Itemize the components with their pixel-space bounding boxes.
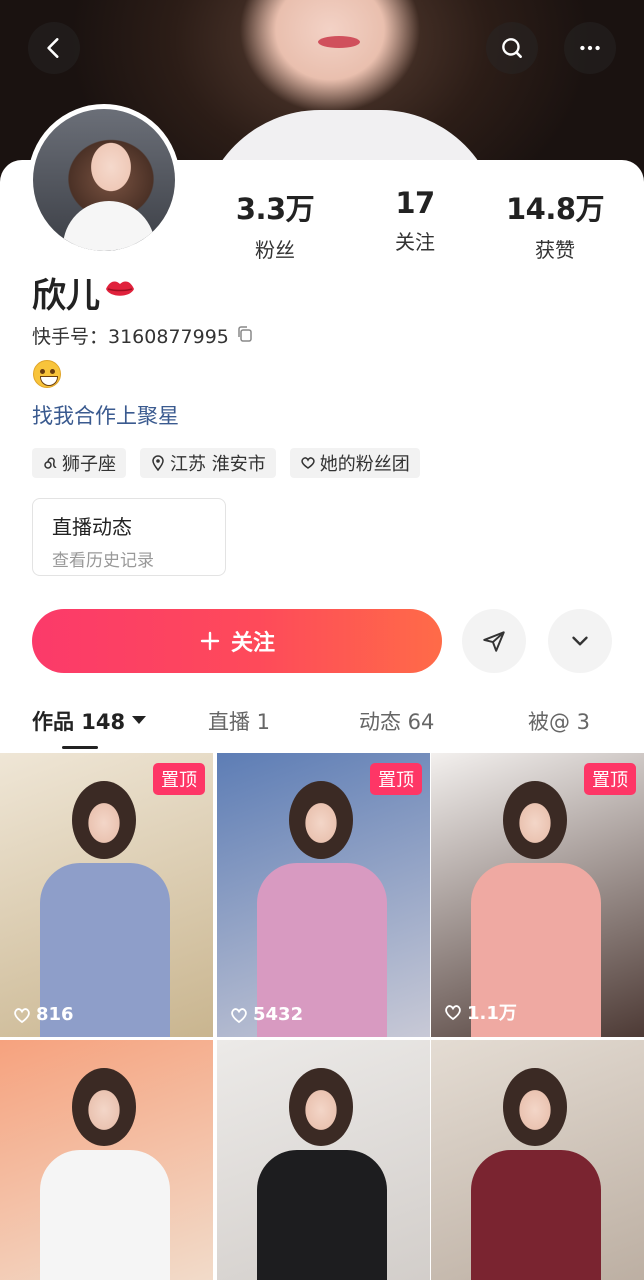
live-history-card[interactable]: 直播动态 查看历史记录 [32, 498, 226, 576]
thumbnail-figure-body [40, 1150, 170, 1280]
tab-active-indicator [62, 746, 98, 749]
stat-label: 关注 [395, 230, 435, 254]
thumbnail-figure-head [72, 781, 136, 859]
profile-name: 欣儿 [32, 276, 100, 316]
like-count: 5432 [229, 1004, 303, 1025]
thumbnail-figure-body [257, 1150, 387, 1280]
tab-live[interactable]: 直播 1 [208, 706, 270, 736]
account-id: 快手号：3160877995 [32, 326, 229, 348]
share-button[interactable] [462, 609, 526, 673]
video-tile[interactable] [217, 1040, 430, 1280]
more-dots-icon [580, 45, 600, 51]
caret-down-icon[interactable] [132, 716, 146, 724]
tab-moments[interactable]: 动态 64 [359, 706, 434, 736]
live-history-title: 直播动态 [52, 515, 132, 539]
thumbnail-figure-head [503, 781, 567, 859]
stat-value: 3.3万 [235, 192, 315, 226]
stat-value: 14.8万 [505, 192, 605, 226]
stat-value: 17 [395, 186, 435, 220]
leo-zodiac-icon [44, 457, 57, 469]
thumbnail-figure-head [289, 1068, 353, 1146]
video-tile[interactable]: 置顶 5432 [217, 753, 430, 1037]
kiss-lips-icon [106, 281, 134, 296]
location-pin-icon [152, 455, 164, 471]
more-button[interactable] [564, 22, 616, 74]
like-count: 816 [12, 1004, 74, 1025]
pinned-badge: 置顶 [153, 763, 205, 795]
video-tile[interactable]: 置顶 1.1万 [431, 753, 644, 1037]
content-tabs: 作品 148 直播 1 动态 64 被@ 3 [0, 700, 644, 750]
stat-followers[interactable]: 3.3万 粉丝 [205, 186, 345, 263]
live-history-subtitle: 查看历史记录 [52, 551, 154, 571]
bio-link[interactable]: 找我合作上聚星 [32, 400, 179, 430]
video-tile[interactable] [0, 1040, 213, 1280]
tag-location[interactable]: 江苏 淮安市 [140, 448, 276, 478]
copy-icon[interactable] [236, 325, 254, 343]
search-icon [502, 38, 522, 58]
profile-stats: 3.3万 粉丝 17 关注 14.8万 获赞 [205, 186, 625, 263]
send-icon [483, 631, 505, 652]
stat-following[interactable]: 17 关注 [345, 186, 485, 263]
plus-icon [200, 631, 220, 651]
follow-label: 关注 [230, 631, 275, 656]
pinned-badge: 置顶 [584, 763, 636, 795]
follow-button[interactable]: 关注 [32, 609, 442, 673]
like-count-value: 816 [36, 1004, 74, 1025]
heart-outline-icon [445, 1005, 461, 1021]
thumbnail-figure-head [289, 781, 353, 859]
tag-label: 江苏 淮安市 [170, 454, 266, 475]
stat-likes[interactable]: 14.8万 获赞 [485, 186, 625, 263]
video-tile[interactable]: 置顶 816 [0, 753, 213, 1037]
tab-mentions[interactable]: 被@ 3 [528, 706, 590, 736]
stat-label: 粉丝 [255, 238, 295, 262]
tag-fan-club[interactable]: 她的粉丝团 [289, 448, 420, 478]
stat-label: 获赞 [535, 238, 575, 262]
video-tile[interactable] [431, 1040, 644, 1280]
chevron-down-icon [572, 636, 588, 646]
thumbnail-figure-head [503, 1068, 567, 1146]
thumbnail-figure-head [72, 1068, 136, 1146]
cover-figure-lips [318, 36, 360, 48]
like-count-value: 1.1万 [467, 1003, 517, 1024]
back-button[interactable] [28, 22, 80, 74]
avatar[interactable] [28, 104, 180, 256]
like-count-value: 5432 [253, 1004, 304, 1025]
heart-outline-icon [301, 457, 315, 469]
heart-outline-icon [14, 1007, 30, 1023]
pinned-badge: 置顶 [370, 763, 422, 795]
profile-tags: 狮子座 江苏 淮安市 她的粉丝团 [32, 448, 420, 478]
search-button[interactable] [486, 22, 538, 74]
grin-emoji-icon [33, 360, 61, 388]
tab-works[interactable]: 作品 148 [32, 706, 125, 736]
expand-button[interactable] [548, 609, 612, 673]
tag-label: 狮子座 [62, 454, 116, 475]
heart-outline-icon [231, 1007, 247, 1023]
like-count: 1.1万 [443, 999, 517, 1025]
tag-label: 她的粉丝团 [319, 454, 410, 475]
chevron-left-icon [47, 38, 59, 58]
thumbnail-figure-body [471, 1150, 601, 1280]
tag-zodiac[interactable]: 狮子座 [32, 448, 126, 478]
